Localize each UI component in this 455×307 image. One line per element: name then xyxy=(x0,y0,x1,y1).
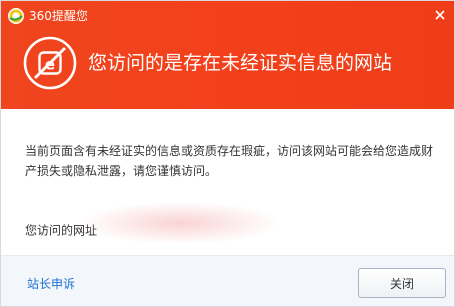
360-logo-icon xyxy=(8,8,24,24)
title-bar: 360提醒您 xyxy=(1,1,454,31)
close-icon[interactable] xyxy=(430,5,450,25)
window-title: 360提醒您 xyxy=(29,9,88,23)
no-browser-warning-icon: e xyxy=(23,36,77,90)
warning-message: 当前页面含有未经证实的信息或资质存在瑕疵，访问该网站可能会给您造成财产损失或隐私… xyxy=(25,144,434,178)
visited-url-row: 您访问的网址 xyxy=(25,203,276,243)
close-button[interactable]: 关闭 xyxy=(358,268,446,298)
warning-header: 360提醒您 e 您访问的是存在未经证实信息的网站 xyxy=(1,1,454,109)
warning-content: 当前页面含有未经证实的信息或资质存在瑕疵，访问该网站可能会给您造成财产损失或隐私… xyxy=(1,109,454,255)
redacted-url xyxy=(85,203,276,243)
security-warning-dialog: 360提醒您 e 您访问的是存在未经证实信息的网站 当前页面含有未经证实的信息或… xyxy=(0,0,455,307)
dialog-footer: 站长申诉 关闭 xyxy=(1,255,454,306)
warning-headline: 您访问的是存在未经证实信息的网站 xyxy=(88,52,393,74)
webmaster-appeal-link[interactable]: 站长申诉 xyxy=(27,276,75,292)
